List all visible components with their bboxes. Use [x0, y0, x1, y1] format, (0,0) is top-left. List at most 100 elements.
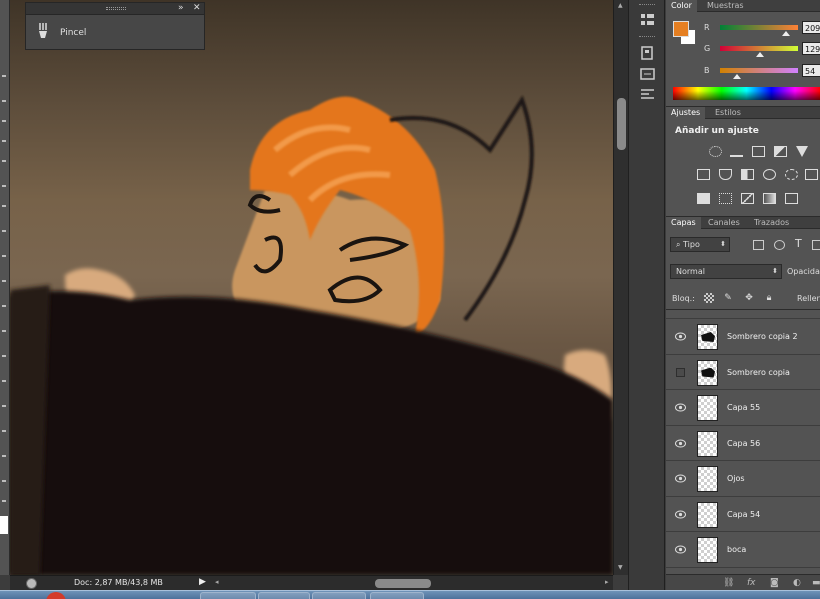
panel-header[interactable]: » ✕ [26, 3, 204, 15]
lock-transparent-icon[interactable] [704, 293, 714, 303]
layer-name[interactable]: Capa 54 [727, 510, 760, 519]
tab-paths[interactable]: Trazados [749, 217, 794, 229]
filter-adjustment-icon[interactable] [774, 240, 785, 250]
hue-saturation-icon[interactable] [697, 169, 710, 180]
exposure-icon[interactable] [774, 146, 787, 157]
posterize-icon[interactable] [719, 193, 732, 204]
lock-pixels-icon[interactable]: ✎ [723, 293, 733, 303]
taskbar-app-button[interactable] [312, 592, 366, 599]
lock-all-icon[interactable]: 🔒︎ [764, 293, 774, 303]
color-spectrum-bar[interactable] [673, 87, 820, 100]
new-group-icon[interactable]: ▬ [812, 578, 820, 588]
green-slider-knob[interactable] [756, 52, 764, 57]
status-menu-icon[interactable]: ▶ [199, 577, 206, 587]
scroll-left-icon[interactable]: ◂ [215, 578, 219, 586]
link-layers-icon[interactable]: ⛓ [723, 578, 734, 588]
horizontal-scrollbar[interactable]: ◂ ▸ [215, 578, 613, 588]
layer-list[interactable]: Sombrero copia 2 Sombrero copia Capa 55 … [666, 309, 820, 574]
filter-type-icon[interactable]: T [795, 237, 802, 250]
new-adjustment-layer-icon[interactable]: ◐ [793, 578, 801, 588]
curves-icon[interactable] [752, 146, 765, 157]
layer-row[interactable]: Capa 54 [666, 496, 820, 532]
layer-style-icon[interactable]: fx [747, 578, 756, 588]
brush-presets-panel[interactable]: » ✕ Pincel [25, 2, 205, 50]
vertical-scroll-thumb[interactable] [617, 98, 626, 150]
blue-value-input[interactable]: 54 [802, 64, 820, 77]
lock-position-icon[interactable]: ✥ [744, 293, 754, 303]
red-value-input[interactable]: 209 [802, 21, 820, 34]
layer-name[interactable]: Capa 55 [727, 403, 760, 412]
color-lookup-icon[interactable] [805, 169, 818, 180]
brush-preset-icon[interactable] [36, 23, 50, 39]
add-mask-icon[interactable]: ◙ [770, 578, 779, 588]
brightness-icon[interactable] [709, 146, 722, 157]
dock-grip[interactable] [639, 4, 655, 6]
blend-mode-select[interactable]: Normal ⬍ [670, 264, 782, 279]
foreground-color-swatch[interactable] [673, 21, 689, 37]
vibrance-icon[interactable] [796, 146, 808, 157]
layer-name[interactable]: Sombrero copia 2 [727, 332, 798, 341]
properties-icon[interactable] [639, 45, 656, 61]
layer-row[interactable]: Ojos [666, 461, 820, 497]
channel-mixer-icon[interactable] [785, 169, 798, 180]
layer-filter-select[interactable]: ⌕ Tipo ⬍ [670, 237, 730, 252]
layer-row[interactable]: Capa 55 [666, 390, 820, 426]
eye-icon[interactable] [675, 510, 686, 519]
black-white-icon[interactable] [741, 169, 754, 180]
zoom-icon[interactable] [26, 578, 37, 589]
scroll-right-icon[interactable]: ▸ [605, 578, 609, 586]
scroll-up-icon[interactable]: ▲ [618, 2, 623, 9]
eye-icon[interactable] [675, 403, 686, 412]
doc-size-info[interactable]: Doc: 2,87 MB/43,8 MB [74, 578, 163, 587]
layer-row[interactable]: Capa 56 [666, 425, 820, 461]
color-swatch-mini[interactable] [0, 516, 8, 534]
layer-row[interactable]: Sombrero copia 2 [666, 319, 820, 355]
photo-filter-icon[interactable] [763, 169, 776, 180]
horizontal-scroll-thumb[interactable] [375, 579, 431, 588]
filter-shape-icon[interactable] [812, 240, 820, 250]
taskbar-app-button[interactable] [258, 592, 310, 599]
tab-adjustments[interactable]: Ajustes [666, 107, 706, 119]
threshold-icon[interactable] [741, 193, 754, 204]
layer-row-partial[interactable] [666, 310, 820, 319]
red-slider-knob[interactable] [782, 31, 790, 36]
taskbar-app-button[interactable] [370, 592, 424, 599]
blue-slider-knob[interactable] [733, 74, 741, 79]
taskbar-app-button[interactable] [200, 592, 256, 599]
brush-settings-icon[interactable] [639, 86, 656, 102]
color-balance-icon[interactable] [719, 169, 732, 180]
eye-icon[interactable] [675, 332, 686, 341]
document-canvas[interactable] [10, 0, 613, 575]
green-value-input[interactable]: 129 [802, 42, 820, 55]
scroll-down-icon[interactable]: ▼ [618, 564, 623, 571]
eye-icon[interactable] [675, 474, 686, 483]
selective-color-icon[interactable] [785, 193, 798, 204]
tab-color[interactable]: Color [666, 0, 697, 12]
layer-name[interactable]: boca [727, 545, 746, 554]
layer-name[interactable]: Ojos [727, 474, 745, 483]
layer-row[interactable]: boca [666, 532, 820, 568]
close-icon[interactable]: ✕ [193, 3, 201, 14]
gradient-map-icon[interactable] [763, 193, 776, 204]
tab-swatches[interactable]: Muestras [702, 0, 749, 12]
levels-icon[interactable] [730, 146, 743, 157]
layer-name[interactable]: Sombrero copia [727, 368, 790, 377]
info-icon[interactable] [639, 66, 656, 82]
filter-pixel-icon[interactable] [753, 240, 764, 250]
layer-row[interactable]: Sombrero copia [666, 354, 820, 390]
visibility-off-box[interactable] [676, 367, 685, 377]
eye-icon[interactable] [675, 545, 686, 554]
panel-grip[interactable] [106, 7, 126, 10]
eye-icon[interactable] [675, 439, 686, 448]
invert-icon[interactable] [697, 193, 710, 204]
collapse-icon[interactable]: » [178, 3, 184, 14]
tab-channels[interactable]: Canales [703, 217, 745, 229]
tools-strip[interactable] [0, 0, 10, 575]
tab-layers[interactable]: Capas [666, 217, 701, 229]
color-panel-tabs: Color Muestras [666, 0, 820, 12]
vertical-scrollbar[interactable]: ▲ ▼ [613, 0, 628, 575]
history-icon[interactable] [639, 12, 656, 28]
layer-name[interactable]: Capa 56 [727, 439, 760, 448]
tab-styles[interactable]: Estilos [710, 107, 746, 119]
start-button-icon[interactable] [46, 592, 66, 599]
